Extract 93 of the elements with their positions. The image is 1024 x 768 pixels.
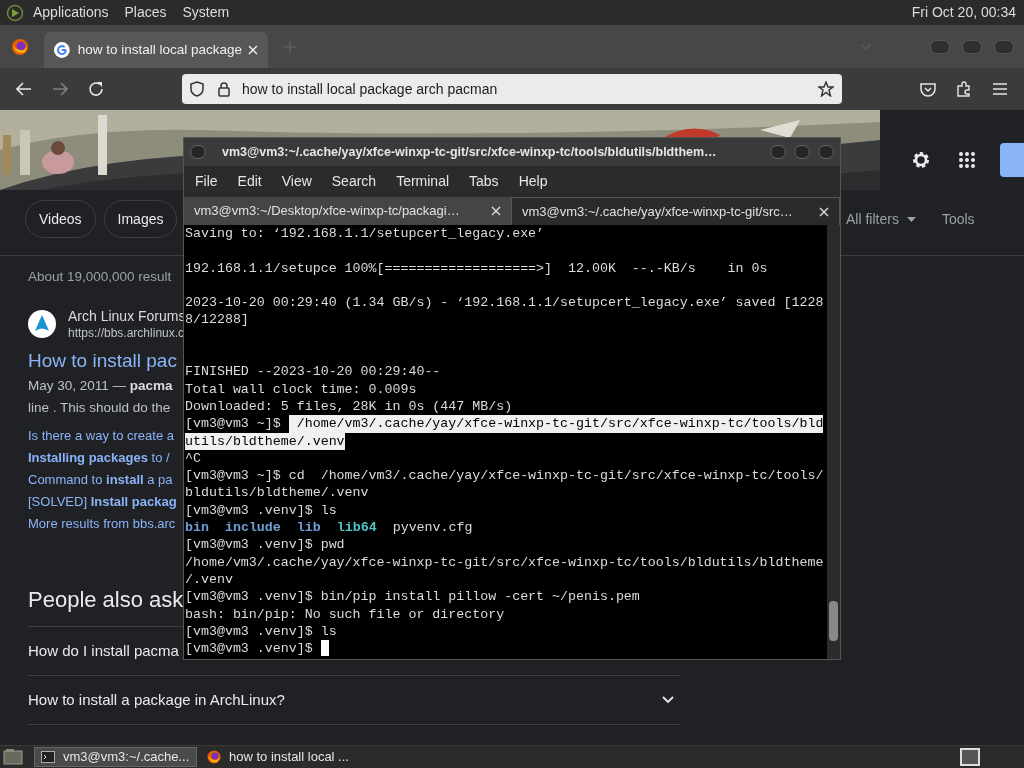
terminal-text: [vm3@vm3 .venv]$ <box>185 640 314 658</box>
sitelink[interactable]: Installing packages to / <box>28 447 170 469</box>
terminal-text: /.venv <box>185 570 233 589</box>
question-text: How do I install pacma <box>28 640 179 661</box>
firefox-icon <box>207 750 221 764</box>
panel-menu[interactable]: Places <box>124 2 167 23</box>
close-tab-icon[interactable] <box>248 45 258 55</box>
task-label: vm3@vm3:~/.cache... <box>63 748 190 767</box>
result-snippet: May 30, 2011 — pacma <box>28 377 173 395</box>
terminal-tab[interactable]: vm3@vm3:~/Desktop/xfce-winxp-tc/packagi… <box>184 197 511 225</box>
terminal-text: ^C <box>185 449 201 468</box>
terminal-text: 2023-10-20 00:29:40 (1.34 GB/s) - ‘192.168.1.1/setupcert_legacy.exe’ saved [1228 <box>185 294 824 312</box>
terminal-text: [vm3@vm3 ~]$ cd /home/vm3/.cache/yay/xfce-winxp-tc-git/src/xfce-winxp-tc/tools/ <box>185 467 824 485</box>
question-row[interactable]: How to install a package in ArchLinux? <box>28 676 680 725</box>
terminal-text: [vm3@vm3 .venv]$ bin/pip install pillow -cert ~/penis.pem <box>185 588 640 606</box>
lock-icon[interactable] <box>218 81 230 97</box>
result-title-link[interactable]: How to install pac <box>28 347 177 375</box>
result-stats: About 19,000,000 result <box>28 268 172 286</box>
reload-icon[interactable] <box>88 81 104 97</box>
tab-title: vm3@vm3:~/.cache/yay/xfce-winxp-tc-git/src… <box>522 202 794 221</box>
terminal-text: 8/12288] <box>185 311 249 329</box>
window-menu-button[interactable] <box>190 145 206 159</box>
address-bar[interactable]: how to install local package arch pacman <box>182 74 842 104</box>
terminal-icon <box>41 750 55 764</box>
minimize-button[interactable] <box>770 145 786 159</box>
filter-link[interactable]: Tools <box>941 209 975 230</box>
terminal-text: bldutils/bldtheme/.venv <box>185 484 369 502</box>
task-label: how to install local ... <box>229 748 349 767</box>
menu-item[interactable]: View <box>271 171 322 192</box>
directory-name: lib <box>296 519 321 537</box>
maximize-button[interactable] <box>794 145 810 159</box>
close-tab-icon[interactable] <box>491 206 501 216</box>
shield-icon[interactable] <box>190 81 204 97</box>
sitelink[interactable]: Command to install a pa <box>28 469 173 491</box>
scrollbar-thumb[interactable] <box>829 601 838 641</box>
terminal-text: Downloaded: 5 files, 28K in 0s (447 MB/s) <box>185 397 513 416</box>
apps-grid-icon[interactable] <box>958 151 976 169</box>
window-title: vm3@vm3:~/.cache/yay/xfce-winxp-tc-git/src/xfce-winxp-tc/tools/bldutils/bldthem… <box>222 143 717 161</box>
menu-icon[interactable] <box>993 83 1007 95</box>
workspace-switcher[interactable] <box>960 748 980 766</box>
clock[interactable]: Fri Oct 20, 00:34 <box>911 2 1018 23</box>
terminal-text: [vm3@vm3 .venv]$ ls <box>185 501 337 520</box>
close-button[interactable] <box>818 145 834 159</box>
terminal-text: [vm3@vm3 ~]$ <box>185 415 282 433</box>
bookmark-star-icon[interactable] <box>818 81 834 97</box>
close-tab-icon[interactable] <box>819 206 829 217</box>
sitelink[interactable]: [SOLVED] Install packag <box>28 491 177 513</box>
forward-icon[interactable] <box>52 82 68 96</box>
terminal-text: pyvenv.cfg <box>392 519 473 537</box>
menu-item[interactable]: Search <box>321 171 387 192</box>
terminal-tab[interactable]: vm3@vm3:~/.cache/yay/xfce-winxp-tc-git/src… <box>511 197 840 225</box>
settings-icon[interactable] <box>910 149 932 171</box>
menu-item[interactable]: Tabs <box>459 171 509 192</box>
firefox-icon[interactable] <box>11 37 29 56</box>
result-snippet: line . This should do the <box>28 399 171 417</box>
scrollbar[interactable] <box>827 225 840 659</box>
sitelink[interactable]: More results from bbs.arc <box>28 513 176 535</box>
google-icon <box>54 42 70 58</box>
menu-item[interactable]: File <box>185 171 228 192</box>
site-url[interactable]: https://bbs.archlinux.c <box>68 325 186 341</box>
directory-name: bin <box>185 519 209 537</box>
selected-text: utils/bldtheme/.venv <box>185 432 345 450</box>
panel-menu[interactable]: Applications <box>33 2 109 23</box>
terminal-text: Saving to: ‘192.168.1.1/setupcert_legacy.exe’ <box>185 225 545 243</box>
caret-icon <box>906 217 916 222</box>
question-text: How to install a package in ArchLinux? <box>28 689 285 710</box>
taskbar-button[interactable]: vm3@vm3:~/.cache... <box>34 747 197 767</box>
taskbar-button[interactable]: how to install local ... <box>201 747 364 767</box>
menu-item[interactable]: Edit <box>227 171 272 192</box>
browser-tab[interactable]: how to install local package <box>44 32 268 68</box>
terminal-text: bash: bin/pip: No such file or directory <box>185 605 505 623</box>
menu-item[interactable]: Help <box>508 171 558 192</box>
terminal-text: Total wall clock time: 0.009s <box>185 380 417 398</box>
address-text: how to install local package arch pacman <box>242 79 498 99</box>
extensions-icon[interactable] <box>956 81 972 97</box>
filter-link[interactable]: All filters <box>846 209 916 230</box>
terminal-text: [vm3@vm3 .venv]$ pwd <box>185 536 345 554</box>
menu-item[interactable]: Terminal <box>386 171 460 192</box>
tab-title: how to install local package <box>77 40 243 59</box>
terminal-text: /home/vm3/.cache/yay/xfce-winxp-tc-git/src/xfce-winxp-tc/tools/bldutils/bldtheme <box>185 553 824 571</box>
terminal-text: 192.168.1.1/setupce 100%[===================>] 12.00K --.-KB/s in 0s <box>185 259 768 277</box>
pocket-icon[interactable] <box>920 81 936 97</box>
symlink-name: lib64 <box>336 519 377 537</box>
tab-title: vm3@vm3:~/Desktop/xfce-winxp-tc/packagi… <box>194 202 461 221</box>
panel-menu[interactable]: System <box>182 2 230 23</box>
sitelink[interactable]: Is there a way to create a <box>28 425 174 447</box>
selected-text: /home/vm3/.cache/yay/xfce-winxp-tc-git/src/xfce-winxp-tc/tools/bld <box>288 415 824 433</box>
menu-logo-icon[interactable] <box>6 3 24 22</box>
terminal-text: FINISHED --2023-10-20 00:29:40-- <box>185 363 441 381</box>
directory-name: include <box>224 519 281 537</box>
site-logo-icon <box>28 310 56 338</box>
desktop-icon[interactable] <box>3 748 23 766</box>
back-icon[interactable] <box>16 82 32 96</box>
